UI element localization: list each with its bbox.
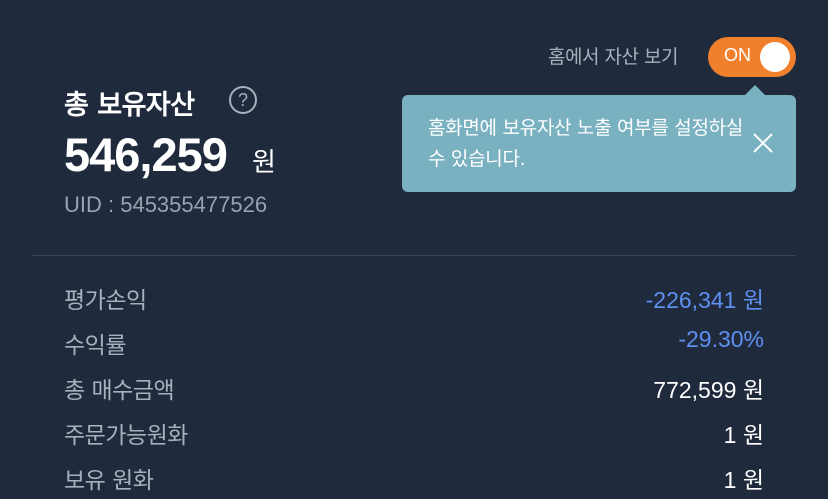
detail-label: 보유 원화 [64, 468, 154, 494]
detail-value: -226,341 원 [645, 287, 764, 313]
asset-summary-screen: 홈에서 자산 보기 ON 총 보유자산 ? 546,259 원 UID : 54… [0, 0, 828, 499]
detail-value: -29.30% [678, 326, 764, 352]
home-asset-toggle[interactable]: ON [708, 37, 796, 77]
help-circle-icon[interactable]: ? [229, 86, 257, 114]
detail-value: 1 원 [723, 422, 764, 448]
close-icon[interactable] [752, 132, 774, 154]
detail-label: 주문가능원화 [64, 423, 188, 449]
detail-row-return-rate: 수익률 -29.30% [64, 326, 764, 371]
detail-label: 총 매수금액 [64, 378, 175, 404]
home-exposure-tooltip: 홈화면에 보유자산 노출 여부를 설정하실 수 있습니다. [402, 85, 796, 192]
asset-detail-list: 평가손익 -226,341 원 수익률 -29.30% 총 매수금액 772,5… [64, 281, 764, 499]
detail-label: 평가손익 [64, 288, 147, 314]
toggle-knob [760, 42, 790, 72]
divider [32, 255, 796, 256]
toggle-state-text: ON [724, 45, 751, 65]
tooltip-text: 홈화면에 보유자산 노출 여부를 설정하실 수 있습니다. [428, 117, 744, 170]
detail-label: 수익률 [64, 333, 126, 359]
detail-row-profit-loss: 평가손익 -226,341 원 [64, 281, 764, 326]
detail-row-held-krw: 보유 원화 1 원 [64, 461, 764, 499]
home-toggle-label: 홈에서 자산 보기 [548, 46, 678, 68]
detail-value: 772,599 원 [653, 377, 764, 403]
total-asset-amount: 546,259 [64, 128, 228, 181]
page-title: 총 보유자산 [64, 90, 195, 121]
detail-row-orderable-krw: 주문가능원화 1 원 [64, 416, 764, 461]
detail-row-total-purchase: 총 매수금액 772,599 원 [64, 371, 764, 416]
total-asset-unit: 원 [252, 148, 276, 178]
detail-value: 1 원 [723, 467, 764, 493]
uid-text: UID : 545355477526 [64, 192, 268, 217]
